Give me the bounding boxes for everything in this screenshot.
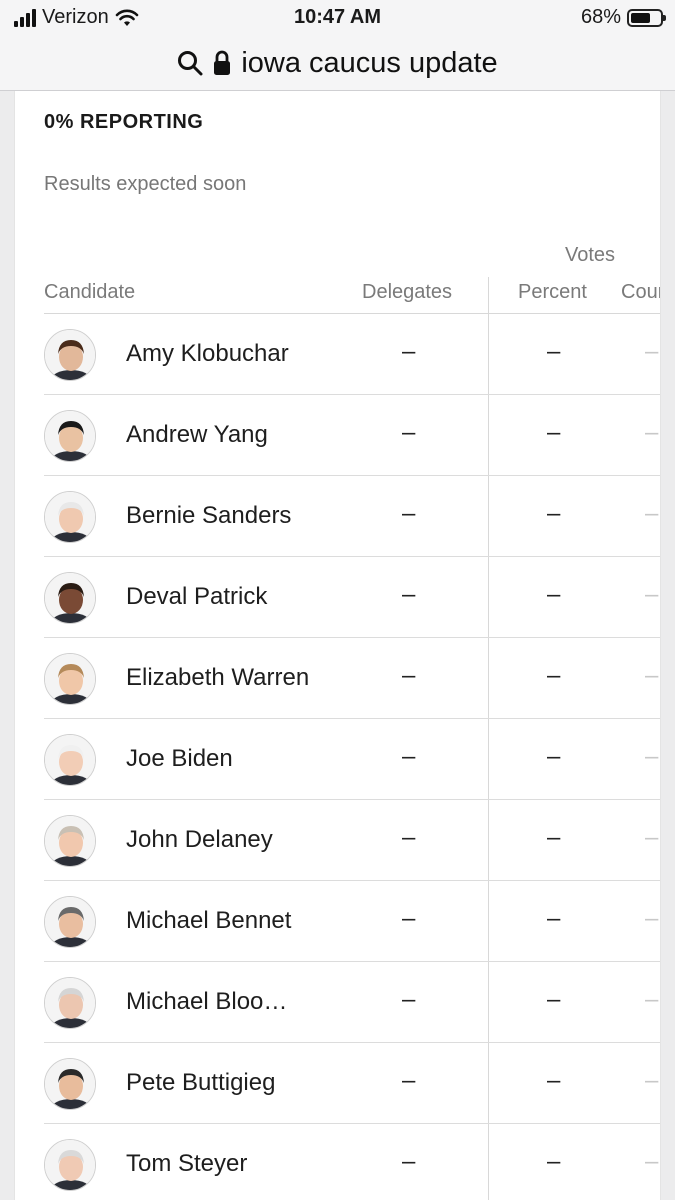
candidate-row[interactable]: Pete Buttigieg – – – <box>44 1043 660 1124</box>
candidate-delegates: – <box>402 500 416 527</box>
candidate-count: – <box>645 905 659 932</box>
candidate-name[interactable]: Michael Bennet <box>126 907 291 935</box>
votes-header: Votes <box>565 244 616 266</box>
candidate-count: – <box>645 986 659 1013</box>
candidate-name[interactable]: Joe Biden <box>126 745 233 773</box>
candidate-percent: – <box>547 743 561 770</box>
candidate-count: – <box>645 1067 659 1094</box>
candidate-name[interactable]: Tom Steyer <box>126 1150 247 1178</box>
candidate-avatar <box>44 572 96 624</box>
candidate-delegates: – <box>402 419 416 446</box>
column-header-candidate[interactable]: Candidate <box>44 281 135 304</box>
candidate-list: Amy Klobuchar – – – Andrew Yang – – – Bernie San… <box>44 314 660 1200</box>
candidate-name[interactable]: John Delaney <box>126 826 273 854</box>
candidate-avatar <box>44 1139 96 1191</box>
candidate-percent: – <box>547 662 561 689</box>
address-bar[interactable]: iowa caucus update <box>0 36 675 91</box>
candidate-name[interactable]: Deval Patrick <box>126 583 267 611</box>
results-card: 0% REPORTING Results expected soon Votes… <box>14 91 661 1200</box>
candidate-avatar <box>44 491 96 543</box>
candidate-name[interactable]: Bernie Sanders <box>126 502 291 530</box>
status-time: 10:47 AM <box>293 6 382 28</box>
candidate-avatar <box>44 896 96 948</box>
candidate-name[interactable]: Pete Buttigieg <box>126 1069 275 1097</box>
candidate-count: – <box>645 1148 659 1175</box>
candidate-count: – <box>645 743 659 770</box>
candidate-avatar <box>44 734 96 786</box>
candidate-count: – <box>645 581 659 608</box>
candidate-row[interactable]: Elizabeth Warren – – – <box>44 638 660 719</box>
candidate-delegates: – <box>402 905 416 932</box>
candidate-avatar <box>44 977 96 1029</box>
candidate-row[interactable]: Bernie Sanders – – – <box>44 476 660 557</box>
candidate-name[interactable]: Michael Bloo… <box>126 988 287 1016</box>
candidate-delegates: – <box>402 338 416 365</box>
candidate-row[interactable]: Joe Biden – – – <box>44 719 660 800</box>
candidate-delegates: – <box>402 824 416 851</box>
candidate-row[interactable]: Michael Bennet – – – <box>44 881 660 962</box>
candidate-count: – <box>645 419 659 446</box>
candidate-name[interactable]: Elizabeth Warren <box>126 664 309 692</box>
candidate-percent: – <box>547 1067 561 1094</box>
candidate-percent: – <box>547 824 561 851</box>
candidate-count: – <box>645 662 659 689</box>
candidate-delegates: – <box>402 1148 416 1175</box>
candidate-row[interactable]: Michael Bloo… – – – <box>44 962 660 1043</box>
column-header-delegates[interactable]: Delegates <box>362 281 452 304</box>
candidate-percent: – <box>547 500 561 527</box>
search-icon <box>178 51 203 76</box>
candidate-row[interactable]: John Delaney – – – <box>44 800 660 881</box>
candidate-row[interactable]: Tom Steyer – – – <box>44 1124 660 1200</box>
candidate-count: – <box>645 500 659 527</box>
candidate-avatar <box>44 815 96 867</box>
candidate-row[interactable]: Deval Patrick – – – <box>44 557 660 638</box>
candidate-avatar <box>44 410 96 462</box>
candidate-count: – <box>645 824 659 851</box>
column-header-percent[interactable]: Percent <box>518 281 587 304</box>
status-right: 68% <box>580 6 666 29</box>
candidate-delegates: – <box>402 986 416 1013</box>
battery-icon <box>627 8 666 27</box>
candidate-name[interactable]: Andrew Yang <box>126 421 268 449</box>
candidate-avatar <box>44 329 96 381</box>
candidate-count: – <box>645 338 659 365</box>
candidate-percent: – <box>547 986 561 1013</box>
candidate-delegates: – <box>402 581 416 608</box>
status-bar: Verizon 10:47 AM 68% <box>0 0 675 36</box>
candidate-delegates: – <box>402 662 416 689</box>
candidate-row[interactable]: Amy Klobuchar – – – <box>44 314 660 395</box>
candidate-percent: – <box>547 419 561 446</box>
results-subtitle: Results expected soon <box>44 173 247 195</box>
column-header-count[interactable]: Count <box>621 281 660 304</box>
address-query[interactable]: iowa caucus update <box>241 47 497 80</box>
battery-percent: 68% <box>580 6 621 28</box>
candidate-row[interactable]: Andrew Yang – – – <box>44 395 660 476</box>
candidate-percent: – <box>547 905 561 932</box>
lock-icon <box>214 50 231 75</box>
candidate-percent: – <box>547 581 561 608</box>
reporting-status: 0% REPORTING <box>44 111 204 133</box>
candidate-name[interactable]: Amy Klobuchar <box>126 340 289 368</box>
candidate-avatar <box>44 653 96 705</box>
candidate-percent: – <box>547 1148 561 1175</box>
candidate-avatar <box>44 1058 96 1110</box>
candidate-percent: – <box>547 338 561 365</box>
candidate-delegates: – <box>402 1067 416 1094</box>
candidate-delegates: – <box>402 743 416 770</box>
